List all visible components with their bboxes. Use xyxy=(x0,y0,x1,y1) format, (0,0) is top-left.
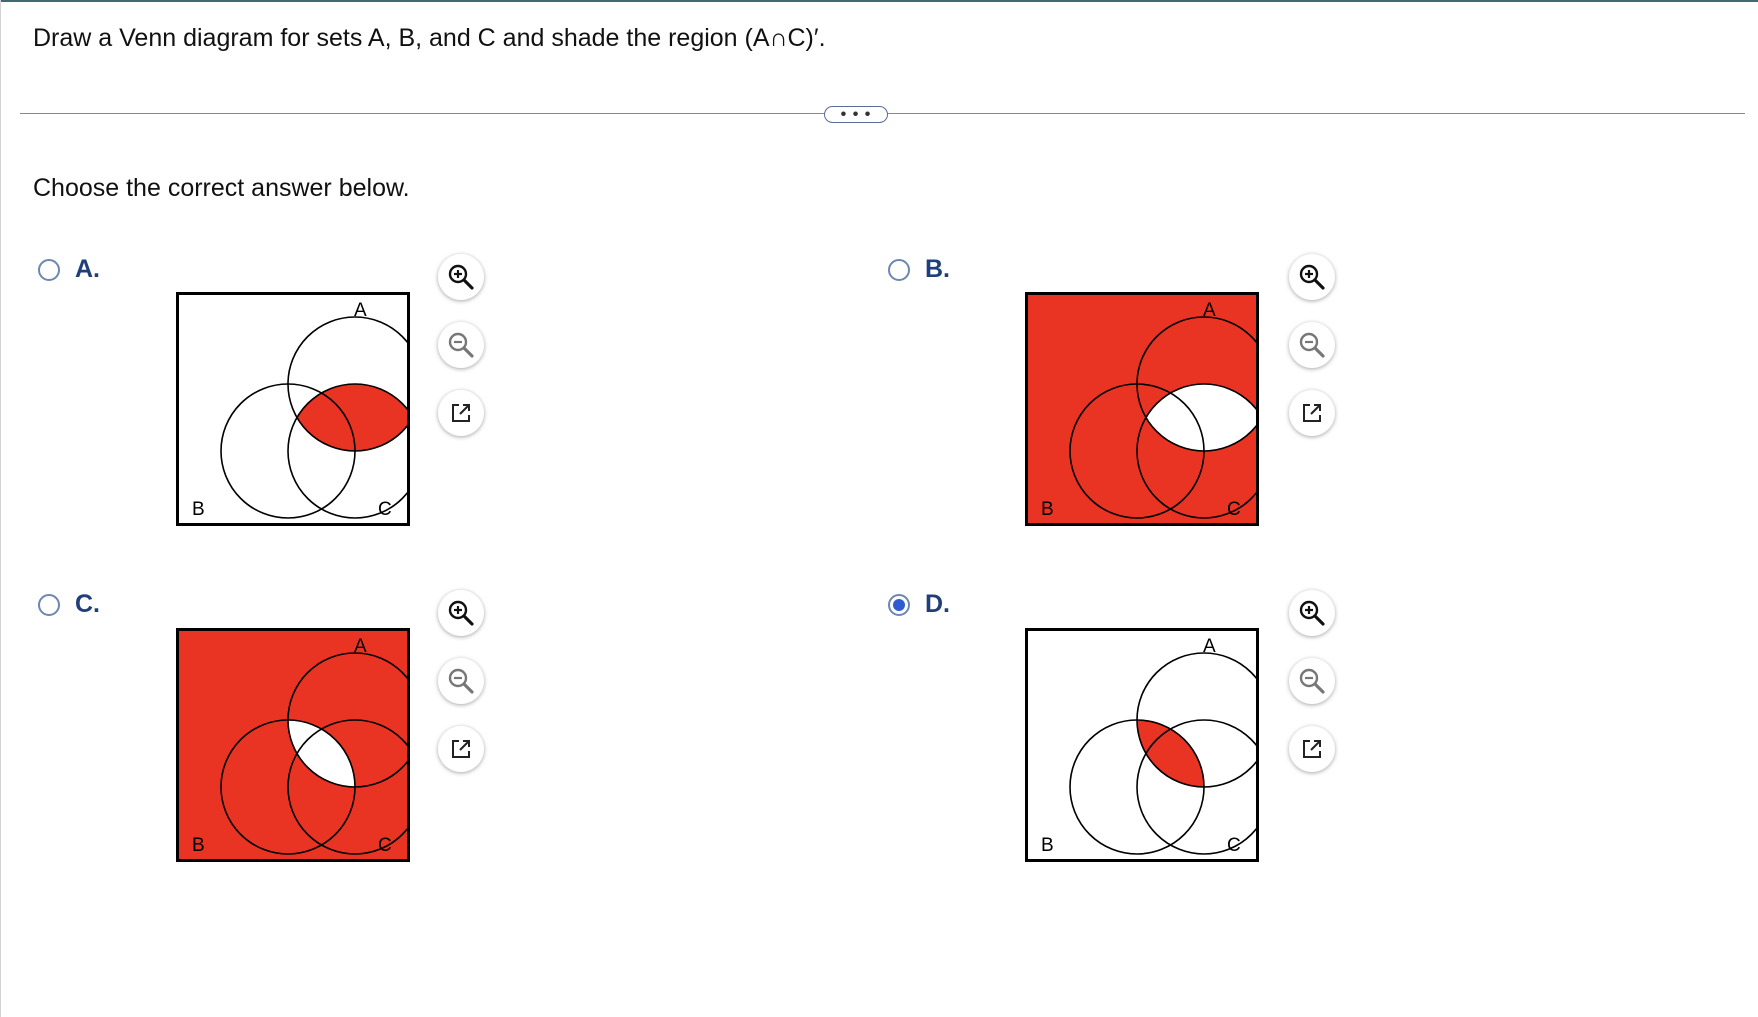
choice-a-letter: A. xyxy=(75,255,100,283)
open-external-button-a[interactable] xyxy=(438,390,484,436)
zoom-out-icon xyxy=(448,668,474,694)
open-external-icon xyxy=(452,740,470,758)
radio-choice-d[interactable] xyxy=(888,594,910,616)
open-external-button-d[interactable] xyxy=(1289,726,1335,772)
choice-d-letter: D. xyxy=(925,590,950,618)
radio-choice-b[interactable] xyxy=(888,259,910,281)
radio-choice-a[interactable] xyxy=(38,259,60,281)
open-external-icon xyxy=(1303,740,1321,758)
left-border xyxy=(0,0,1,1017)
label-a: A xyxy=(1203,636,1216,657)
open-external-icon xyxy=(1303,404,1321,422)
zoom-in-icon xyxy=(448,264,474,290)
choice-b-letter: B. xyxy=(925,255,950,283)
label-a: A xyxy=(354,300,367,321)
label-a: A xyxy=(354,636,367,657)
zoom-out-button-b[interactable] xyxy=(1289,322,1335,368)
label-b: B xyxy=(192,499,205,520)
zoom-in-icon xyxy=(448,600,474,626)
zoom-in-button-d[interactable] xyxy=(1289,590,1335,636)
question-text: Draw a Venn diagram for sets A, B, and C… xyxy=(33,24,826,52)
zoom-out-button-c[interactable] xyxy=(438,658,484,704)
zoom-in-button-b[interactable] xyxy=(1289,254,1335,300)
more-button[interactable]: • • • xyxy=(824,106,888,123)
venn-diagram-a: A B C xyxy=(176,292,410,526)
open-external-icon xyxy=(452,404,470,422)
radio-choice-c[interactable] xyxy=(38,594,60,616)
zoom-out-icon xyxy=(1299,332,1325,358)
label-c: C xyxy=(1227,499,1241,520)
label-c: C xyxy=(1227,835,1241,856)
open-external-button-b[interactable] xyxy=(1289,390,1335,436)
zoom-out-button-d[interactable] xyxy=(1289,658,1335,704)
answer-prompt: Choose the correct answer below. xyxy=(33,174,410,202)
venn-diagram-d: A B C xyxy=(1025,628,1259,862)
label-b: B xyxy=(192,835,205,856)
zoom-in-button-a[interactable] xyxy=(438,254,484,300)
venn-diagram-c: A B C xyxy=(176,628,410,862)
label-b: B xyxy=(1041,835,1054,856)
choice-c-letter: C. xyxy=(75,590,100,618)
label-a: A xyxy=(1203,300,1216,321)
zoom-out-icon xyxy=(1299,668,1325,694)
label-c: C xyxy=(378,499,392,520)
zoom-in-icon xyxy=(1299,600,1325,626)
top-border xyxy=(0,0,1758,2)
open-external-button-c[interactable] xyxy=(438,726,484,772)
zoom-out-button-a[interactable] xyxy=(438,322,484,368)
zoom-in-icon xyxy=(1299,264,1325,290)
zoom-out-icon xyxy=(448,332,474,358)
zoom-in-button-c[interactable] xyxy=(438,590,484,636)
venn-diagram-b: A B C xyxy=(1025,292,1259,526)
label-c: C xyxy=(378,835,392,856)
label-b: B xyxy=(1041,499,1054,520)
